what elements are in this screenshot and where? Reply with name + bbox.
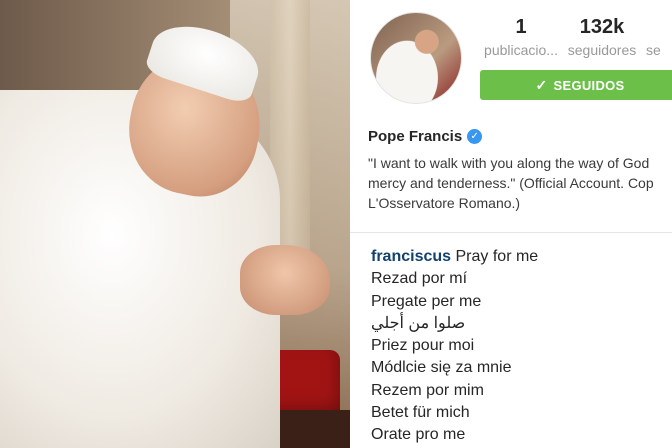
following-button[interactable]: ✓ SEGUIDOS: [480, 70, 672, 100]
following-count: [646, 14, 672, 40]
caption-line: Betet für mich: [371, 404, 470, 422]
following-button-label: SEGUIDOS: [553, 77, 625, 93]
caption-line: Priez pour moi: [371, 337, 475, 355]
profile-bio: "I want to walk with you along the way o…: [368, 153, 672, 213]
caption-line: Pregate per me: [371, 292, 482, 310]
followers-count: 132k: [579, 16, 625, 38]
followers-label: seguidores: [567, 42, 637, 58]
caption-line: صلوا من أجلي: [371, 314, 466, 332]
bio-line: mercy and tenderness." (Official Account…: [368, 175, 654, 191]
post-caption: franciscus Pray for me Rezad por mí Preg…: [371, 246, 538, 447]
avatar[interactable]: [370, 12, 462, 104]
bio-line: L'Osservatore Romano.): [368, 195, 521, 211]
posts-label: publicacio...: [484, 42, 558, 58]
posts-stat[interactable]: 1 publicacio...: [478, 14, 564, 60]
divider: [350, 232, 672, 233]
followers-stat[interactable]: 132k seguidores: [562, 14, 642, 60]
posts-count: 1: [515, 16, 527, 38]
photo-praying-hands: [240, 245, 330, 315]
check-icon: ✓: [535, 76, 548, 93]
bio-line: "I want to walk with you along the way o…: [368, 155, 650, 171]
following-label: se: [646, 42, 661, 58]
caption-line: Módlcie się za mnie: [371, 359, 512, 377]
caption-line: Rezad por mí: [371, 270, 468, 288]
caption-first-line: Pray for me: [455, 248, 539, 265]
following-stat[interactable]: se: [646, 14, 672, 60]
post-photo[interactable]: [0, 0, 350, 448]
profile-name-row: Pope Francis ✓: [368, 128, 483, 145]
caption-line: Rezem por mim: [371, 381, 484, 399]
caption-username-link[interactable]: franciscus: [371, 248, 451, 265]
caption-line: Orate pro me: [371, 426, 466, 444]
verified-badge-icon: ✓: [467, 129, 483, 144]
profile-name: Pope Francis: [368, 128, 463, 145]
